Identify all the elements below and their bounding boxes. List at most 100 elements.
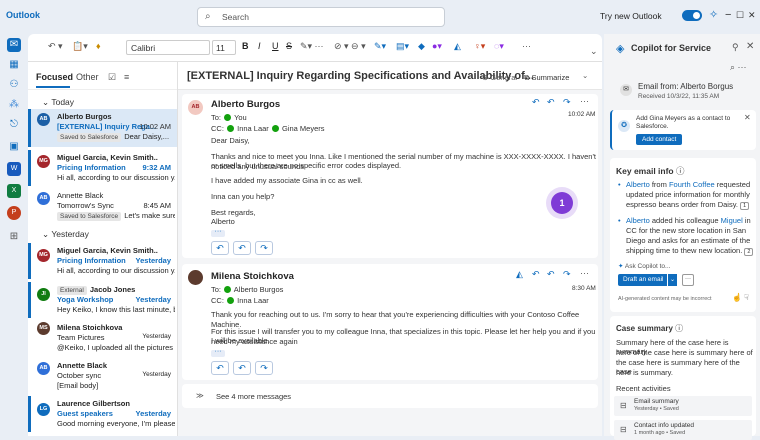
email-icon: ⊟ [620, 401, 627, 410]
reply-icon[interactable]: ↶ [532, 97, 540, 108]
thumbs-up-icon[interactable]: ☝ [732, 293, 742, 302]
word-icon[interactable]: W [7, 162, 21, 176]
collapse-ribbon-icon[interactable]: ⌄ [590, 46, 598, 57]
mail-icon[interactable]: ✉ [7, 38, 21, 52]
forward-icon[interactable]: ↷ [563, 269, 571, 280]
list-item[interactable]: AB Alberto Burgos [EXTERNAL] Inquiry Reg… [28, 109, 177, 147]
show-more-button[interactable]: ··· [211, 228, 225, 237]
link-icon[interactable]: ⊘ ▾ ⊖ ▾ [334, 41, 366, 52]
todo-icon[interactable]: ▣ [7, 140, 21, 154]
groups-icon[interactable]: ⁂ [7, 98, 21, 112]
try-new-outlook-toggle[interactable] [682, 10, 702, 21]
chevron-down-icon[interactable]: ⌄ [667, 274, 677, 286]
search-placeholder: Search [222, 12, 249, 22]
forward-button[interactable]: ↷ [255, 361, 273, 375]
attach-icon[interactable]: ⎋ [7, 118, 21, 132]
more-options-icon[interactable]: ··· [580, 268, 589, 278]
sensitivity-icon[interactable]: ◆ [418, 41, 425, 52]
tab-focused[interactable]: Focused [36, 72, 73, 88]
copilot-icon[interactable]: ✧ [709, 8, 718, 21]
loop-icon[interactable]: ●▾ [432, 41, 442, 52]
apps-icon[interactable]: ⊞ [7, 230, 21, 244]
reply-button[interactable]: ↶ [211, 361, 229, 375]
filter-icon[interactable]: ≡ [124, 72, 129, 82]
sender-name: Milena Stoichkova [211, 271, 294, 282]
reply-icon[interactable]: ↶ [532, 269, 540, 280]
list-item[interactable]: MS Milena Stoichkova Team Pictures Yester… [28, 320, 177, 356]
select-icon[interactable]: ☑ [108, 72, 116, 83]
list-item[interactable]: LG Laurence Gilbertson Guest speakers Yes… [28, 396, 177, 432]
group-yesterday[interactable]: ⌄ Yesterday [42, 229, 89, 240]
category-label[interactable]: ⊛ General [482, 73, 517, 82]
italic-button[interactable]: I [258, 41, 261, 51]
more-options-icon[interactable]: ··· [682, 274, 694, 286]
close-pane-icon[interactable]: ✕ [746, 41, 754, 52]
close-button[interactable]: ✕ [748, 10, 756, 21]
minimize-button[interactable]: − [725, 9, 731, 21]
chevron-down-icon[interactable]: ⌄ [582, 71, 588, 80]
undo-icon[interactable]: ↶ ▾ [48, 41, 63, 52]
avatar: MS [37, 322, 50, 335]
email-info-card: ✉ Email from: Alberto Borgus Received 10… [610, 78, 756, 106]
more-messages-bar[interactable]: ≫ See 4 more messages [182, 384, 598, 408]
reading-pane: [EXTERNAL] Inquiry Regarding Specificati… [178, 62, 602, 436]
highlight-icon[interactable]: ✎▾ ··· [300, 41, 324, 52]
font-size-select[interactable]: 11 [212, 40, 236, 55]
reply-all-button[interactable]: ↶ [233, 241, 251, 255]
more-messages-label: See 4 more messages [216, 392, 292, 401]
message-card: Milena Stoichkova To: Alberto Burgos CC:… [182, 264, 598, 380]
show-more-button[interactable]: ··· [211, 348, 225, 357]
list-item[interactable]: MG Miguel Garcia, Kevin Smith.. Pricing … [28, 243, 177, 279]
search-box[interactable]: ⌕ Search [197, 7, 445, 27]
pin-icon[interactable]: ⚲ [732, 42, 739, 53]
tag-icon[interactable]: ♀▾ [474, 41, 485, 52]
activity-item[interactable]: ⊟ Email summary Yesterday • Saved [614, 396, 752, 416]
avatar: AB [37, 113, 50, 126]
case-summary-card: Case summary ⓘ Summary here of the case … [610, 316, 756, 440]
underline-button[interactable]: U [272, 41, 279, 51]
reply-all-button[interactable]: ↶ [233, 361, 251, 375]
table-icon[interactable]: ▤▾ [396, 41, 409, 52]
more-options-icon[interactable]: ··· [580, 96, 589, 106]
message-time: 8:30 AM [572, 285, 596, 292]
tab-other[interactable]: Other [76, 72, 99, 82]
salesforce-icon[interactable]: ◭ [454, 41, 461, 52]
draft-email-button[interactable]: Draft an email [618, 274, 669, 286]
bold-button[interactable]: B [242, 41, 249, 51]
dismiss-icon[interactable]: ✕ [744, 113, 751, 122]
calendar-icon[interactable]: ▦ [7, 58, 21, 72]
message-time: 10:02 AM [568, 111, 596, 118]
excel-icon[interactable]: X [7, 184, 21, 198]
draw-icon[interactable]: ✎▾ [374, 41, 386, 52]
list-item[interactable]: AB Annette Black Tomorrow's Sync 8:45 AM … [28, 188, 177, 224]
summarize-button[interactable]: ⧉ Summarize [524, 73, 569, 83]
activity-item[interactable]: ⊟ Contact info updated 1 month ago • Sav… [614, 420, 752, 440]
list-item[interactable]: JI External Jacob Jones Yoga Workshop Yest… [28, 282, 177, 318]
people-icon[interactable]: ⚇ [7, 78, 21, 92]
search-icon[interactable]: ⌕ ··· [730, 62, 747, 73]
salesforce-icon[interactable]: ◭ [516, 269, 523, 280]
list-item[interactable]: MG Miguel Garcia, Kevin Smith.. Pricing … [28, 150, 177, 186]
ask-copilot-link[interactable]: ✦ Ask Copilot to... [618, 262, 670, 270]
reply-all-icon[interactable]: ↶ [547, 269, 555, 280]
add-contact-button[interactable]: Add contact [636, 134, 683, 145]
maximize-button[interactable]: ☐ [736, 10, 744, 21]
font-select[interactable]: Calibri [126, 40, 210, 55]
reply-all-icon[interactable]: ↶ [547, 97, 555, 108]
clipboard-icon[interactable]: 📋▾ [72, 41, 88, 52]
key-email-info-card: Key email info ⓘ • Alberto from Fourth C… [610, 158, 756, 312]
forward-button[interactable]: ↷ [255, 241, 273, 255]
strikethrough-button[interactable]: S [286, 41, 292, 51]
group-today[interactable]: ⌄ Today [42, 97, 74, 108]
emoji-icon[interactable]: ◌▾ [494, 41, 504, 52]
forward-icon[interactable]: ↷ [563, 97, 571, 108]
powerpoint-icon[interactable]: P [7, 206, 21, 220]
list-item[interactable]: AB Annette Black October sync Yesterday [… [28, 358, 177, 394]
reply-button[interactable]: ↶ [211, 241, 229, 255]
avatar: AB [188, 100, 203, 115]
info-icon: ⓘ [675, 324, 684, 333]
more-options-icon[interactable]: ··· [522, 41, 531, 51]
lightbulb-icon: ✪ [618, 120, 630, 132]
thumbs-down-icon[interactable]: ☟ [744, 293, 749, 302]
format-painter-icon[interactable]: ♦ [96, 41, 101, 51]
